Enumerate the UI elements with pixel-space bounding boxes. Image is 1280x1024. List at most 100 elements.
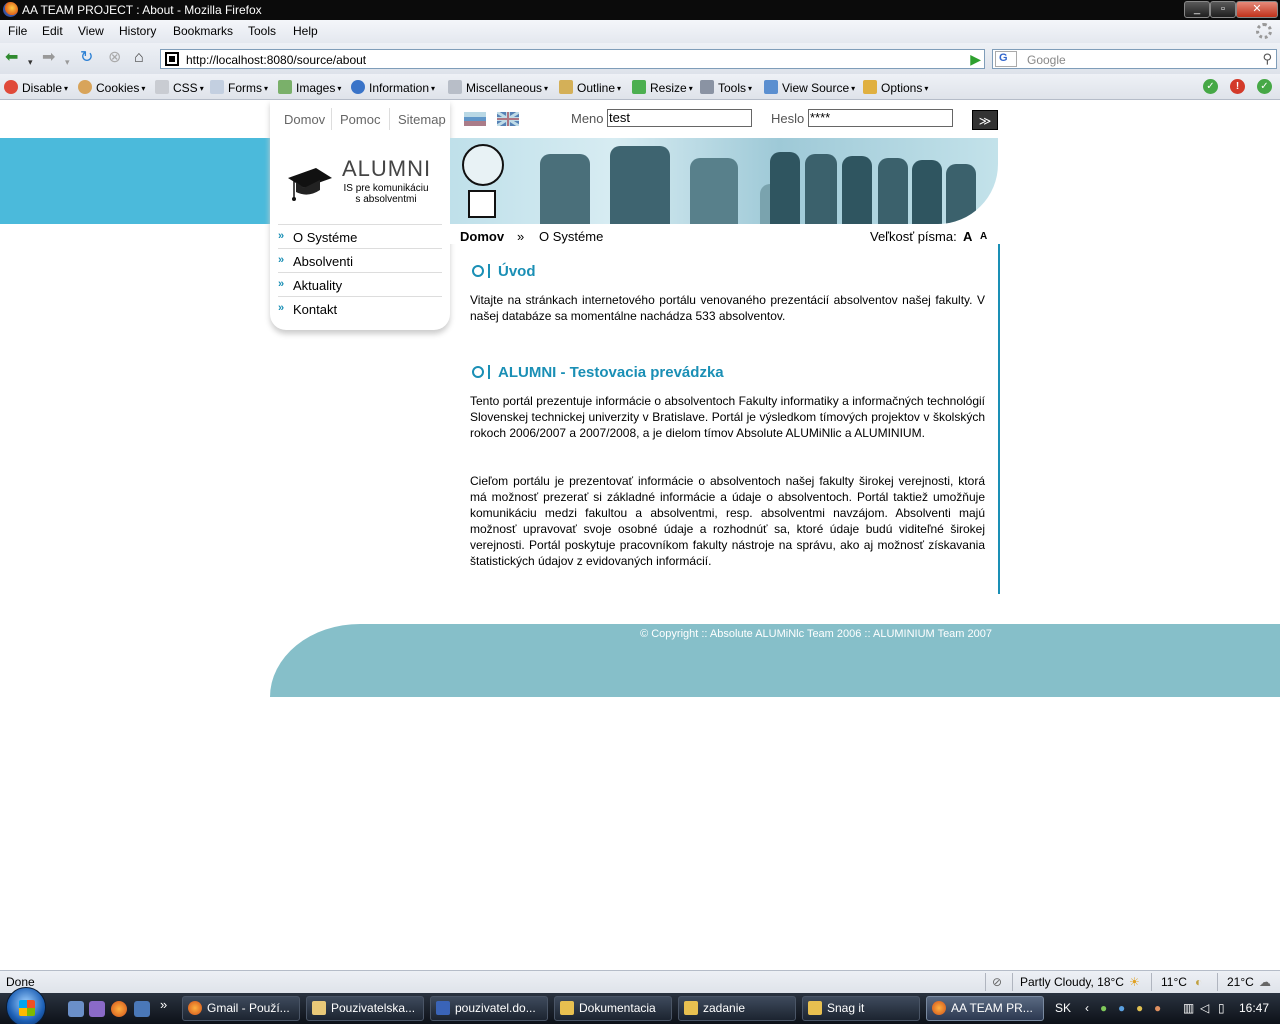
- back-icon[interactable]: ⬅: [5, 50, 18, 66]
- stop-icon[interactable]: ⊗: [108, 50, 121, 66]
- dev-view-source-menu[interactable]: View Source ▾: [764, 80, 855, 95]
- go-arrow-icon[interactable]: ▶: [970, 51, 981, 68]
- close-button[interactable]: ✕: [1236, 1, 1278, 18]
- side-menu-item-absolventi[interactable]: » Absolventi: [278, 248, 442, 272]
- dev-disable-menu[interactable]: Disable ▾: [4, 80, 68, 95]
- paragraph: Tento portál prezentuje informácie o abs…: [470, 394, 985, 440]
- task-dokumentacia[interactable]: Dokumentacia: [554, 996, 672, 1021]
- error-icon[interactable]: !: [1230, 79, 1245, 94]
- font-smaller-button[interactable]: A: [980, 231, 987, 242]
- dev-options-menu[interactable]: Options ▾: [863, 80, 928, 95]
- css-ok-icon[interactable]: ✓: [1257, 79, 1272, 94]
- tray-app-icon[interactable]: ●: [1118, 1001, 1125, 1015]
- toplink-domov[interactable]: Domov: [284, 112, 325, 127]
- menu-bookmarks[interactable]: Bookmarks: [173, 24, 233, 38]
- side-menu-label[interactable]: Aktuality: [293, 278, 342, 293]
- side-menu-item-aktuality[interactable]: » Aktuality: [278, 272, 442, 296]
- minimize-button[interactable]: _: [1184, 1, 1210, 18]
- banner-person: [690, 158, 738, 224]
- weather-temp-3[interactable]: 21°C: [1227, 975, 1254, 989]
- forward-dropdown-icon[interactable]: ▾: [65, 54, 70, 70]
- dev-view-source-label: View Source: [782, 81, 850, 95]
- task-pouzivatelska[interactable]: Pouzivatelska...: [306, 996, 424, 1021]
- dev-outline-menu[interactable]: Outline ▾: [559, 80, 621, 95]
- dev-information-label: Information: [369, 81, 430, 95]
- tray-expand-icon[interactable]: ‹: [1085, 1001, 1089, 1015]
- quicklaunch-overflow-icon[interactable]: »: [160, 997, 167, 1012]
- tools-icon: [700, 80, 714, 94]
- menu-history[interactable]: History: [119, 24, 156, 38]
- search-icon[interactable]: ⚲: [1262, 51, 1272, 67]
- maximize-button[interactable]: ▫: [1210, 1, 1236, 18]
- font-larger-button[interactable]: A: [963, 229, 972, 244]
- status-divider: [1012, 973, 1013, 991]
- menu-file[interactable]: File: [8, 24, 27, 38]
- url-bar[interactable]: http://localhost:8080/source/about ▶: [160, 49, 985, 69]
- clock[interactable]: 16:47: [1239, 1001, 1269, 1015]
- reload-icon[interactable]: ↻: [80, 50, 93, 66]
- menu-tools[interactable]: Tools: [248, 24, 276, 38]
- home-icon[interactable]: ⌂: [134, 50, 144, 66]
- options-icon: [863, 80, 877, 94]
- tray-app-icon[interactable]: ●: [1100, 1001, 1107, 1015]
- task-zadanie[interactable]: zadanie: [678, 996, 796, 1021]
- dev-css-menu[interactable]: CSS ▾: [155, 80, 204, 95]
- volume-icon[interactable]: ◁: [1200, 1001, 1209, 1015]
- tray-app-icon[interactable]: ●: [1136, 1001, 1143, 1015]
- status-bar: Done ⊘ Partly Cloudy, 18°C ☀ 11°C ◐ 21°C…: [0, 970, 1280, 993]
- side-menu-item-kontakt[interactable]: » Kontakt: [278, 296, 442, 320]
- network-icon[interactable]: ▥: [1183, 1001, 1194, 1015]
- windows-taskbar: » Gmail - Použí... Pouzivatelska... pouz…: [0, 987, 1280, 1024]
- password-input[interactable]: ****: [808, 109, 953, 127]
- search-placeholder[interactable]: Google: [1027, 53, 1066, 67]
- validation-ok-icon[interactable]: ✓: [1203, 79, 1218, 94]
- language-indicator[interactable]: SK: [1055, 1001, 1071, 1015]
- start-button[interactable]: [6, 987, 46, 1024]
- toplink-pomoc[interactable]: Pomoc: [340, 112, 380, 127]
- task-pouzivatel-doc[interactable]: pouzivatel.do...: [430, 996, 548, 1021]
- url-text[interactable]: http://localhost:8080/source/about: [186, 53, 366, 67]
- chevron-right-icon: »: [278, 302, 285, 314]
- menu-edit[interactable]: Edit: [42, 24, 63, 38]
- username-label: Meno: [571, 111, 604, 126]
- login-button[interactable]: ≫: [972, 110, 998, 130]
- forward-icon[interactable]: ➡: [42, 50, 55, 66]
- google-engine-icon[interactable]: G: [995, 51, 1017, 67]
- menu-view[interactable]: View: [78, 24, 104, 38]
- quicklaunch-window-icon[interactable]: [134, 1001, 150, 1017]
- side-menu-item-o-systeme[interactable]: » O Systéme: [278, 224, 442, 248]
- faculty-logo-icon: [468, 190, 496, 218]
- username-input[interactable]: test: [607, 109, 752, 127]
- quicklaunch-app-icon[interactable]: [89, 1001, 105, 1017]
- dev-images-menu[interactable]: Images ▾: [278, 80, 341, 95]
- power-icon[interactable]: ▯: [1218, 1001, 1225, 1015]
- task-gmail[interactable]: Gmail - Použí...: [182, 996, 300, 1021]
- side-menu-label[interactable]: O Systéme: [293, 230, 357, 245]
- logo-subtitle: IS pre komunikáciu s absolventmi: [336, 183, 436, 205]
- side-menu-label[interactable]: Kontakt: [293, 302, 337, 317]
- dev-miscellaneous-menu[interactable]: Miscellaneous ▾: [448, 80, 548, 95]
- task-aa-team-project[interactable]: AA TEAM PR...: [926, 996, 1044, 1021]
- firefox-quicklaunch-icon[interactable]: [111, 1001, 127, 1017]
- english-flag-icon[interactable]: [497, 112, 519, 126]
- weather-forecast[interactable]: Partly Cloudy, 18°C: [1020, 975, 1124, 989]
- search-bar[interactable]: G Google ⚲: [992, 49, 1277, 69]
- dev-tools-menu[interactable]: Tools ▾: [700, 80, 752, 95]
- show-desktop-icon[interactable]: [68, 1001, 84, 1017]
- menu-help[interactable]: Help: [293, 24, 318, 38]
- task-label: AA TEAM PR...: [951, 1001, 1033, 1015]
- dev-information-menu[interactable]: Information ▾: [351, 80, 435, 95]
- back-dropdown-icon[interactable]: ▾: [28, 54, 33, 70]
- task-snagit[interactable]: Snag it: [802, 996, 920, 1021]
- no-script-icon[interactable]: ⊘: [992, 975, 1002, 989]
- dev-forms-menu[interactable]: Forms ▾: [210, 80, 268, 95]
- weather-temp-2[interactable]: 11°C: [1161, 975, 1187, 989]
- tray-app-icon[interactable]: ●: [1154, 1001, 1161, 1015]
- dev-cookies-menu[interactable]: Cookies ▾: [78, 80, 145, 95]
- side-menu-label[interactable]: Absolventi: [293, 254, 353, 269]
- slovak-flag-icon[interactable]: [464, 112, 486, 126]
- breadcrumb-home[interactable]: Domov: [460, 229, 504, 244]
- toplink-sitemap[interactable]: Sitemap: [398, 112, 446, 127]
- heading-bar: [488, 264, 490, 278]
- dev-resize-menu[interactable]: Resize ▾: [632, 80, 693, 95]
